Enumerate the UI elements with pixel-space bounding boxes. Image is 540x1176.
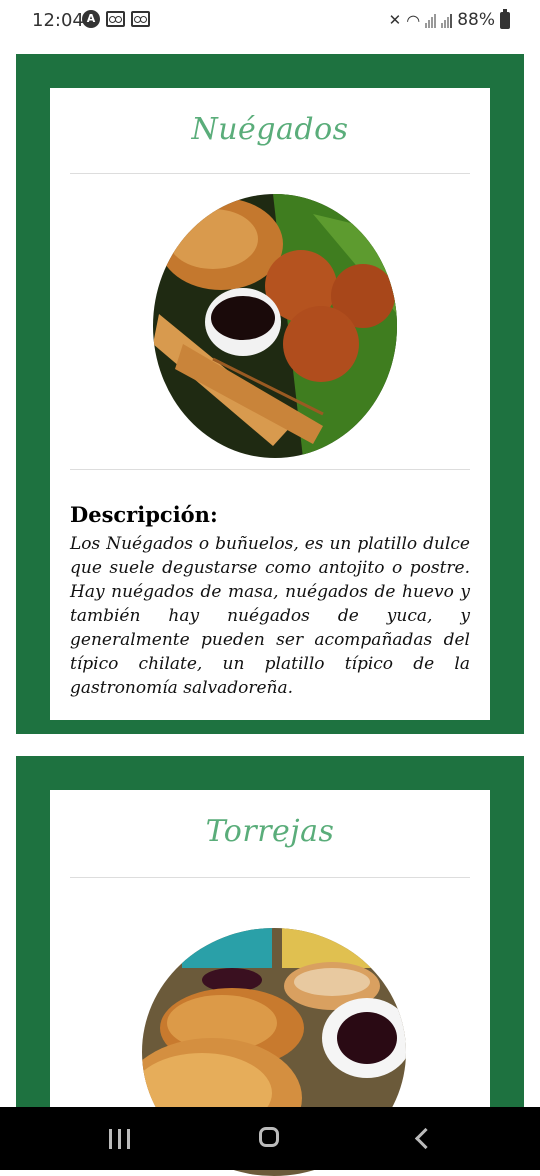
status-bar: 12:04 A ✕ ◠ 88% (0, 0, 540, 42)
dish-card: Nuégados Descripción: Los Nuégados o buñ… (16, 54, 524, 734)
dish-card: Torrejas (16, 756, 524, 1176)
dish-photo (153, 194, 397, 458)
voicemail-icon (106, 11, 125, 27)
battery-icon (500, 8, 510, 29)
divider (70, 173, 470, 174)
signal-icon (441, 12, 453, 28)
status-notification-icons: A (82, 10, 150, 28)
mute-icon: ✕ (388, 11, 402, 29)
description-text: Los Nuégados o buñuelos, es un platillo … (70, 534, 470, 698)
divider (70, 469, 470, 470)
status-system-icons: ✕ ◠ 88% (388, 8, 510, 30)
recent-apps-icon[interactable] (109, 1129, 130, 1149)
a-circle-icon: A (82, 10, 100, 28)
dish-title: Torrejas (205, 814, 335, 849)
wifi-icon: ◠ (406, 10, 421, 30)
description-label: Descripción: (70, 502, 218, 527)
nuegados-photo-icon (153, 194, 397, 458)
battery-percent: 88% (457, 10, 495, 30)
back-icon[interactable] (414, 1127, 437, 1150)
signal-icon (425, 12, 437, 28)
dish-card-content: Nuégados Descripción: Los Nuégados o buñ… (50, 88, 490, 720)
divider (70, 877, 470, 878)
status-time: 12:04 (32, 10, 84, 31)
voicemail-icon (131, 11, 150, 27)
home-icon[interactable] (259, 1127, 279, 1147)
navigation-bar (0, 1107, 540, 1170)
dish-card-content: Torrejas (50, 790, 490, 1176)
dish-title: Nuégados (191, 112, 349, 147)
